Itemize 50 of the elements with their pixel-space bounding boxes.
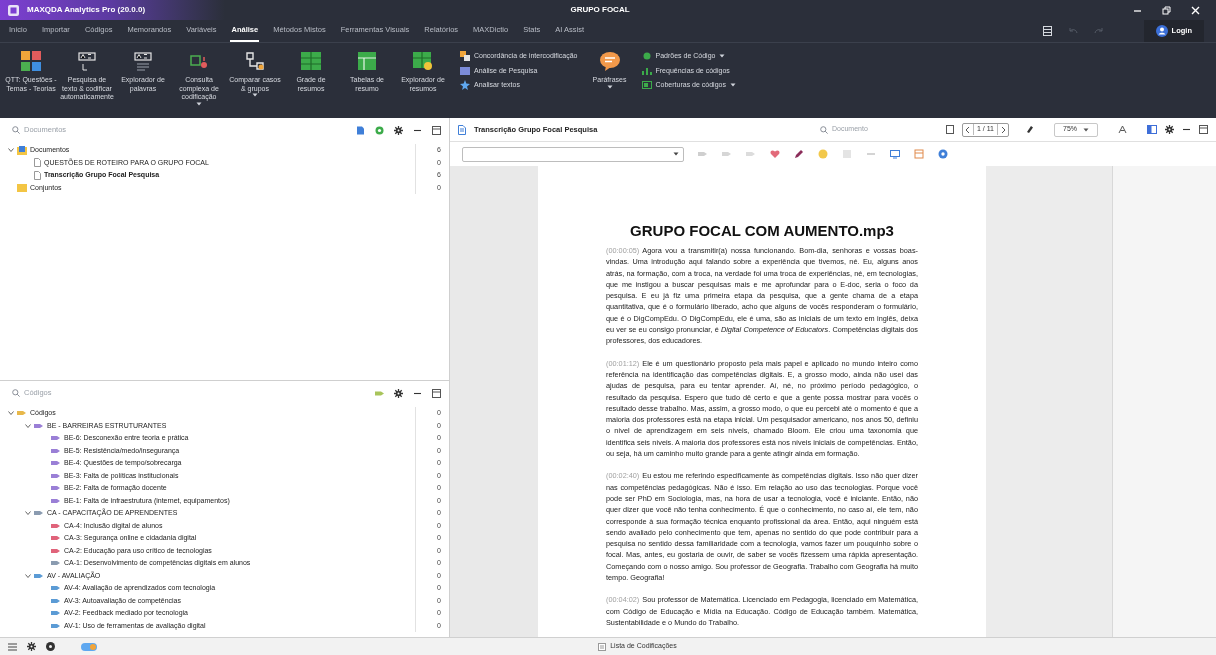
settings-icon[interactable] [394,125,403,135]
document-icon [458,124,466,135]
word-list-icon [131,49,155,73]
settings-icon[interactable] [394,388,403,398]
table-search-icon [411,49,435,73]
help-icon[interactable] [46,642,55,651]
highlighter-icon[interactable] [1025,125,1034,134]
app-logo-icon [8,4,19,16]
menu-icon[interactable] [8,642,17,651]
caret-icon [673,152,679,156]
coverage-icon [641,80,652,91]
text-size-icon[interactable] [1118,125,1127,134]
heart-icon[interactable] [770,149,780,159]
star-icon [460,80,470,91]
user-avatar-icon [1155,25,1168,37]
restore-icon[interactable] [1162,5,1171,15]
ring-icon[interactable] [375,125,384,135]
overlap-squares-icon [460,51,470,62]
split-view-icon[interactable] [1147,125,1157,134]
search-icon [820,125,828,134]
grid-view-icon[interactable] [1042,26,1052,36]
close-icon[interactable] [1191,5,1200,15]
table-icon [355,49,379,73]
page-icon[interactable] [946,125,954,134]
window-icon[interactable] [1199,125,1208,134]
bar-chart-icon [641,65,652,76]
screen-icon[interactable] [890,149,900,159]
survey-icon [460,65,470,76]
window-title: GRUPO FOCAL [570,4,630,16]
settings-icon[interactable] [1165,125,1174,134]
colored-squares-icon [19,49,43,73]
grid-icon [299,49,323,73]
settings-icon[interactable] [27,642,36,651]
add-document-icon[interactable] [356,125,365,135]
caret-icon [1083,127,1089,132]
window-icon[interactable] [432,125,441,135]
text-search-icon [75,49,99,73]
speech-bubble-icon [597,49,622,73]
folder-icon [17,183,27,192]
search-icon [12,126,20,134]
app-title: MAXQDA Analytics Pro (20.0.0) [27,4,146,16]
search-icon [12,389,20,397]
compare-icon [243,49,267,73]
documents-folder-icon [17,145,27,155]
window-icon[interactable] [432,388,441,398]
list-icon [598,642,607,651]
pen-icon[interactable] [794,149,804,159]
toggle-icon[interactable] [81,642,97,651]
document-heading: GRUPO FOCAL COM AUMENTO.mp3 [629,222,895,240]
dot-icon [641,51,652,62]
